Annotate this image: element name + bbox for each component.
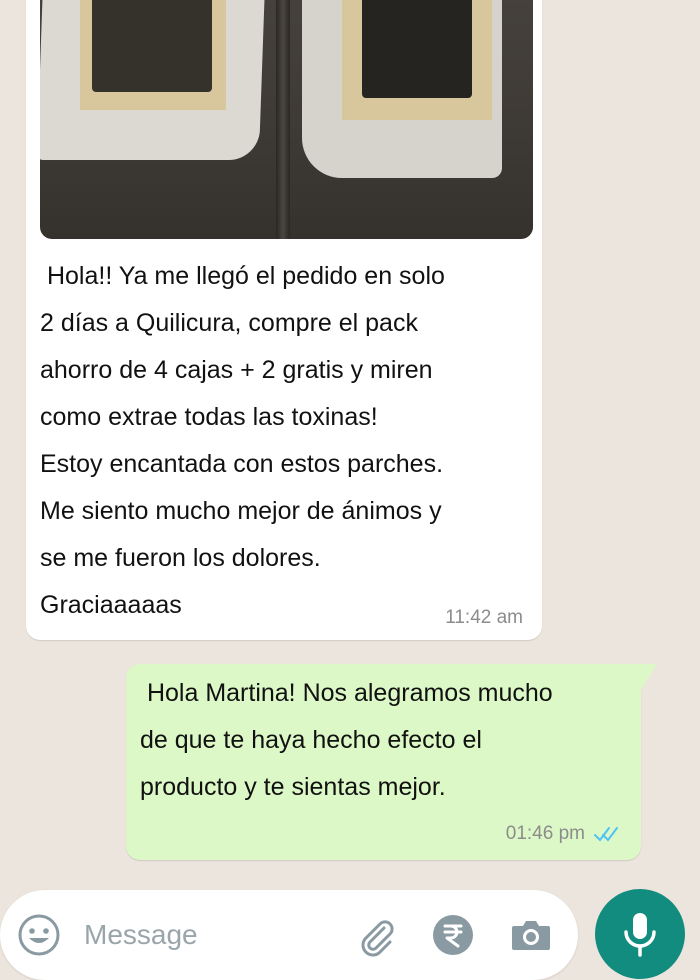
message-photo[interactable]	[40, 0, 533, 239]
attach-icon[interactable]	[354, 914, 398, 958]
incoming-message-text: Hola!! Ya me llegó el pedido en solo 2 d…	[40, 262, 445, 619]
voice-record-button[interactable]	[595, 889, 685, 979]
outgoing-message-text: Hola Martina! Nos alegramos mucho de que…	[140, 679, 553, 801]
incoming-message-bubble[interactable]: Hola!! Ya me llegó el pedido en solo 2 d…	[26, 0, 542, 640]
camera-icon[interactable]	[510, 914, 552, 956]
incoming-message-time: 11:42 am	[445, 607, 523, 628]
emoji-icon[interactable]	[16, 912, 62, 958]
message-composer	[0, 890, 578, 980]
outgoing-message-bubble[interactable]: Hola Martina! Nos alegramos mucho de que…	[126, 664, 657, 860]
mic-icon	[624, 913, 656, 957]
read-ticks-icon	[594, 827, 618, 842]
chat-area[interactable]: Hola!! Ya me llegó el pedido en solo 2 d…	[0, 0, 700, 880]
outgoing-message-time: 01:46 pm	[505, 823, 585, 844]
rupee-payment-icon[interactable]	[432, 914, 474, 956]
message-input[interactable]	[84, 916, 334, 954]
